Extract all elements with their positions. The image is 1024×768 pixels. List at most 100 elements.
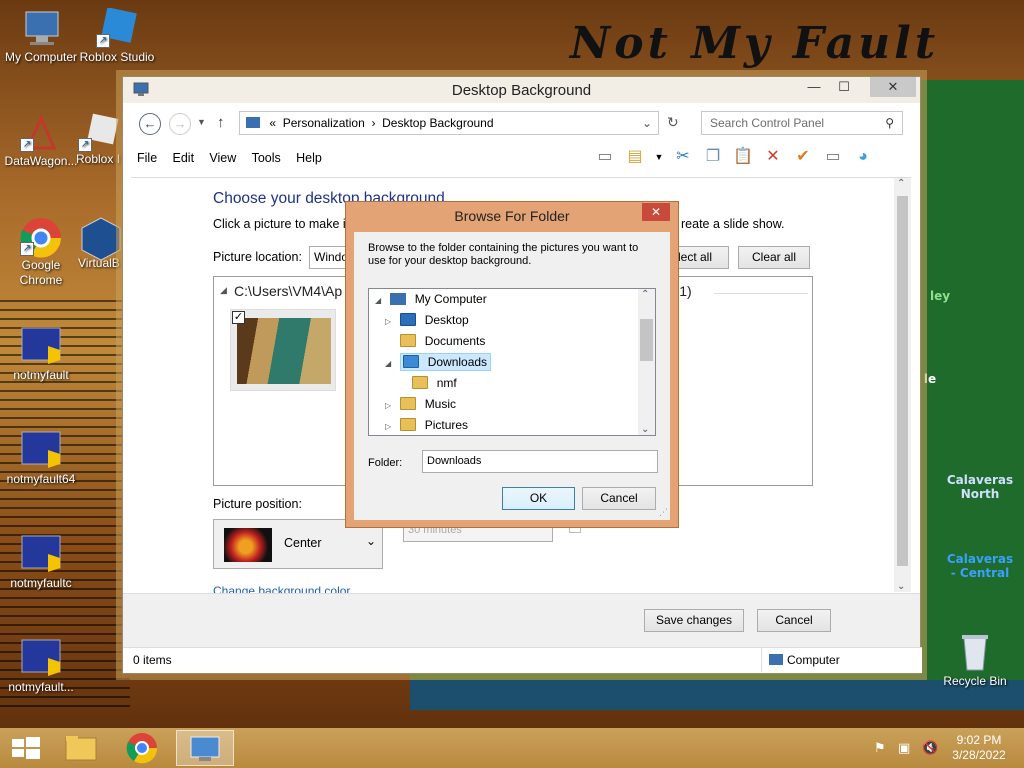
menu-view[interactable]: View xyxy=(203,147,242,169)
desktop-icon-roblox[interactable]: ↗ Roblox I xyxy=(76,112,126,167)
desktop-icon-notmyfault-2[interactable]: notmyfault... xyxy=(0,638,82,695)
search-icon[interactable]: ⚲ xyxy=(885,112,894,134)
desktop-icon-roblox-studio[interactable]: ↗ Roblox Studio xyxy=(76,7,158,65)
save-changes-button[interactable]: Save changes xyxy=(644,609,744,632)
dialog-cancel-button[interactable]: Cancel xyxy=(582,487,656,510)
breadcrumb-desktop-background[interactable]: Desktop Background xyxy=(382,116,493,130)
notmyfault-icon xyxy=(18,534,64,574)
map-label: Calaveras North xyxy=(946,473,1014,501)
desktop-icon-notmyfaultc[interactable]: notmyfaultc xyxy=(0,534,82,591)
scroll-up-icon[interactable]: ⌃ xyxy=(897,178,905,189)
recent-pages-button[interactable]: ▼ xyxy=(197,117,206,127)
instruction-text: Click a picture to make it xyxy=(213,217,350,231)
expand-arrow-icon[interactable]: ▷ xyxy=(385,312,397,332)
ok-button[interactable]: OK xyxy=(502,487,575,510)
expand-arrow-icon[interactable]: ▷ xyxy=(385,396,397,416)
breadcrumb-personalization[interactable]: Personalization xyxy=(283,116,365,130)
tree-item-pictures[interactable]: ▷ Pictures xyxy=(385,415,468,435)
desktop-icon-my-computer[interactable]: My Computer xyxy=(0,8,82,65)
status-item-count: 0 items xyxy=(133,653,172,667)
desktop-icon-datawagon[interactable]: ↗ DataWagon... xyxy=(0,112,82,169)
status-bar: 0 items Computer xyxy=(123,647,922,673)
menu-edit[interactable]: Edit xyxy=(167,147,201,169)
action-center-flag-icon[interactable]: ⚑ xyxy=(874,740,886,756)
start-button[interactable] xyxy=(0,730,56,766)
cancel-button[interactable]: Cancel xyxy=(757,609,831,632)
address-bar[interactable]: « Personalization › Desktop Background ⌄ xyxy=(239,111,659,135)
taskbar-chrome[interactable] xyxy=(114,730,170,766)
checkmark-icon[interactable]: ✔ xyxy=(791,145,815,169)
menu-file[interactable]: File xyxy=(131,147,163,169)
desktop-icon-notmyfault[interactable]: notmyfault xyxy=(0,326,82,383)
desktop-icon-label: notmyfault xyxy=(13,368,69,382)
dialog-close-button[interactable]: ✕ xyxy=(642,203,670,221)
desktop-icon-label: notmyfault... xyxy=(8,680,74,694)
menu-help[interactable]: Help xyxy=(290,147,328,169)
downloads-folder-icon xyxy=(403,355,420,368)
scroll-up-icon[interactable]: ⌃ xyxy=(641,289,649,300)
desktop-icon-label: Roblox Studio xyxy=(79,50,155,64)
content-scrollbar[interactable]: ⌃ ⌄ xyxy=(894,178,911,592)
folder-tree[interactable]: ◢ My Computer ▷ Desktop Documents ◢ Down… xyxy=(368,288,656,436)
close-button[interactable]: ✕ xyxy=(870,77,916,97)
thumbnail-checkbox[interactable]: ✓ xyxy=(232,311,245,324)
search-input[interactable]: Search Control Panel ⚲ xyxy=(701,111,903,135)
forward-button[interactable]: → xyxy=(169,113,191,135)
tree-item-downloads[interactable]: ◢ Downloads xyxy=(385,352,492,374)
file-explorer-icon xyxy=(65,736,97,761)
breadcrumb-separator[interactable]: › xyxy=(371,116,375,130)
up-button[interactable]: ↑ xyxy=(217,114,225,131)
clock[interactable]: 9:02 PM 3/28/2022 xyxy=(944,733,1014,763)
tree-item-documents[interactable]: Documents xyxy=(385,331,485,351)
expand-arrow-icon[interactable]: ▷ xyxy=(385,417,397,435)
cut-icon[interactable]: ✂ xyxy=(671,145,695,169)
paste-icon[interactable]: 📋 xyxy=(731,145,755,169)
expand-arrow-icon[interactable]: ◢ xyxy=(375,291,387,311)
scroll-down-icon[interactable]: ⌄ xyxy=(897,581,905,592)
tree-item-nmf[interactable]: nmf xyxy=(397,373,457,393)
dialog-body: Browse to the folder containing the pict… xyxy=(354,232,670,520)
tree-item-music[interactable]: ▷ Music xyxy=(385,394,456,414)
collapse-arrow-icon[interactable]: ◢ xyxy=(220,285,227,296)
wallpaper-thumbnail[interactable] xyxy=(230,309,336,391)
window-titlebar[interactable]: Desktop Background — ☐ ✕ xyxy=(123,77,920,103)
roblox-icon: ↗ xyxy=(76,112,122,152)
clock-date: 3/28/2022 xyxy=(952,748,1006,762)
back-button[interactable]: ← xyxy=(139,113,161,135)
folder-input[interactable]: Downloads xyxy=(422,450,658,473)
delete-icon[interactable]: ✕ xyxy=(761,145,785,169)
status-computer: Computer xyxy=(787,653,840,667)
desktop-icon-google-chrome[interactable]: ↗ Google Chrome xyxy=(0,216,82,288)
copy-icon[interactable]: ❐ xyxy=(701,145,725,169)
taskbar-control-panel[interactable] xyxy=(176,730,234,766)
close-icon: ✕ xyxy=(650,205,662,219)
desktop-icon-notmyfault64[interactable]: notmyfault64 xyxy=(0,430,82,487)
expand-arrow-icon[interactable]: ◢ xyxy=(385,354,397,374)
folder-view-icon[interactable]: ▤ xyxy=(623,145,647,169)
volume-muted-icon[interactable]: 🔇 xyxy=(922,740,938,756)
tree-item-my-computer[interactable]: ◢ My Computer xyxy=(375,289,487,309)
navigation-bar: ← → ▼ ↑ « Personalization › Desktop Back… xyxy=(131,111,911,137)
view-dropdown-icon[interactable]: ▼ xyxy=(653,145,665,169)
refresh-button[interactable]: ↻ xyxy=(667,114,679,131)
scrollbar-thumb[interactable] xyxy=(897,196,908,566)
tree-item-desktop[interactable]: ▷ Desktop xyxy=(385,310,469,330)
desktop-icon-recycle-bin[interactable]: Recycle Bin xyxy=(934,632,1016,689)
layout-pane-icon[interactable]: ▭ xyxy=(593,145,617,169)
menu-tools[interactable]: Tools xyxy=(246,147,287,169)
tree-scrollbar[interactable]: ⌃ ⌄ xyxy=(638,289,655,435)
desktop-icon-virtualbox[interactable]: VirtualB xyxy=(78,216,128,271)
shell-icon[interactable]: ◕ xyxy=(851,145,875,169)
windows-logo-icon xyxy=(12,737,40,759)
properties-icon[interactable]: ▭ xyxy=(821,145,845,169)
maximize-button[interactable]: ☐ xyxy=(830,77,858,97)
resize-grip-icon[interactable]: ⋰ xyxy=(659,507,668,518)
map-label: Calaveras - Central xyxy=(946,552,1014,580)
clear-all-button[interactable]: Clear all xyxy=(738,246,810,269)
minimize-button[interactable]: — xyxy=(800,77,828,97)
chevron-down-icon[interactable]: ⌄ xyxy=(642,112,652,134)
taskbar-file-explorer[interactable] xyxy=(54,730,110,766)
scroll-down-icon[interactable]: ⌄ xyxy=(641,424,649,435)
scrollbar-thumb[interactable] xyxy=(640,319,653,361)
network-icon[interactable]: ▣ xyxy=(898,740,910,756)
